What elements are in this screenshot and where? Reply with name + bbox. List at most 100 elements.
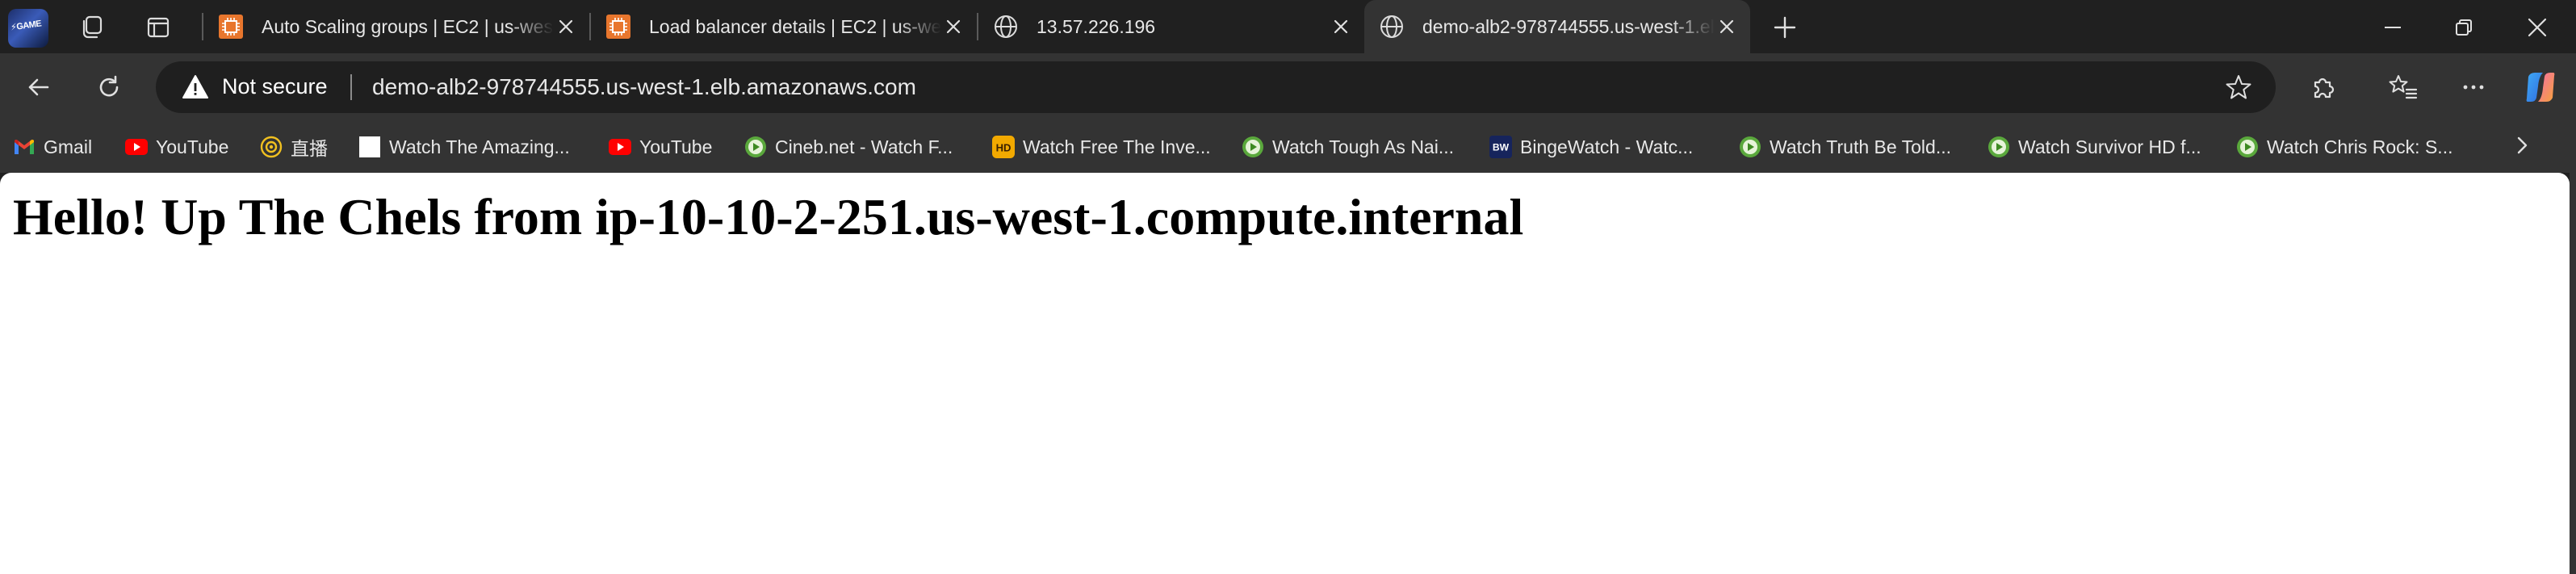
aws-ec2-icon — [218, 14, 244, 40]
bookmark-label: Watch Chris Rock: S... — [2267, 136, 2453, 157]
tab-close-button[interactable] — [554, 15, 578, 39]
bookmark-watch-the-amazing[interactable]: Watch The Amazing... — [358, 132, 570, 161]
star-icon — [2226, 75, 2251, 99]
bookmark-label: Watch Survivor HD f... — [2018, 136, 2201, 157]
bookmark-label: 直播 — [291, 138, 328, 159]
copilot-icon — [2526, 73, 2555, 102]
puzzle-piece-icon — [2314, 78, 2335, 98]
tab-title: Auto Scaling groups | EC2 | us-west-1 — [262, 15, 554, 37]
browser-window: ⚡GAME Auto Scaling groups | EC2 | us-wes… — [0, 0, 2576, 574]
play-circle-icon — [1987, 136, 2010, 158]
bookmark-label: YouTube — [156, 136, 229, 157]
profile-avatar-logo: ⚡GAME — [10, 19, 42, 33]
close-window-button[interactable] — [2519, 10, 2555, 45]
hd-icon: HD — [992, 136, 1015, 158]
favorites-button[interactable] — [2385, 69, 2421, 105]
tab-close-button[interactable] — [941, 15, 965, 39]
favorites-list-icon — [2389, 75, 2418, 99]
more-dots-icon — [2463, 85, 2484, 90]
youtube-icon — [609, 136, 631, 158]
bookmark-label: Watch Tough As Nai... — [1272, 136, 1455, 157]
tab-demo-alb2[interactable]: demo-alb2-978744555.us-west-1.elb.amazon… — [1364, 0, 1750, 53]
security-status-label[interactable]: Not secure — [222, 74, 328, 99]
bookmark-gmail[interactable]: Gmail — [13, 132, 92, 161]
globe-icon — [993, 14, 1019, 40]
tab-actions-button[interactable] — [143, 12, 174, 43]
youtube-icon — [125, 136, 148, 158]
blank-page-icon — [358, 136, 381, 158]
minimize-icon — [2385, 27, 2401, 28]
address-bar[interactable]: Not secure demo-alb2-978744555.us-west-1… — [156, 61, 2276, 113]
bookmark-label: BingeWatch - Watc... — [1520, 136, 1694, 157]
bookmark-watch-tough-as-nai[interactable]: Watch Tough As Nai... — [1242, 132, 1454, 161]
profile-avatar[interactable]: ⚡GAME — [8, 9, 48, 48]
copilot-button[interactable] — [2523, 69, 2558, 105]
tab-actions-icon — [147, 17, 170, 38]
refresh-button[interactable] — [91, 69, 127, 105]
back-arrow-icon — [28, 78, 49, 96]
warning-icon[interactable] — [182, 73, 209, 101]
close-icon — [559, 19, 573, 34]
bookmark-label: Gmail — [44, 136, 93, 157]
tab-title: demo-alb2-978744555.us-west-1.elb.amazon… — [1422, 15, 1715, 37]
aws-ec2-icon — [605, 14, 631, 40]
tab-close-button[interactable] — [1715, 15, 1739, 39]
restore-icon — [2456, 19, 2472, 36]
new-tab-button[interactable] — [1770, 12, 1800, 43]
plus-icon — [1774, 16, 1796, 39]
bookmark-youtube-2[interactable]: YouTube — [609, 132, 712, 161]
bookmark-label: YouTube — [639, 136, 713, 157]
minimize-button[interactable] — [2375, 10, 2411, 45]
page-content: Hello! Up The Chels from ip-10-10-2-251.… — [0, 173, 2570, 574]
workspaces-icon — [82, 15, 103, 39]
close-icon — [2528, 18, 2547, 37]
bookmark-label: Watch Truth Be Told... — [1770, 136, 1951, 157]
tab-auto-scaling-groups[interactable]: Auto Scaling groups | EC2 | us-west-1 — [203, 0, 589, 53]
refresh-icon — [99, 75, 119, 97]
extensions-button[interactable] — [2306, 69, 2341, 105]
workspaces-button[interactable] — [77, 12, 107, 43]
bookmark-bingewatch[interactable]: BW BingeWatch - Watc... — [1489, 132, 1693, 161]
play-circle-icon — [744, 136, 767, 158]
back-button[interactable] — [21, 69, 57, 105]
bookmark-watch-free-the-inve[interactable]: HD Watch Free The Inve... — [992, 132, 1211, 161]
bookmark-label: Watch The Amazing... — [389, 136, 570, 157]
favorite-star-button[interactable] — [2224, 73, 2253, 102]
address-divider — [350, 74, 352, 100]
bw-badge-text: BW — [1493, 142, 1510, 153]
tab-title: Load balancer details | EC2 | us-west-1 — [649, 15, 941, 37]
close-icon — [1719, 19, 1734, 34]
tab-ip-address[interactable]: 13.57.226.196 — [978, 0, 1364, 53]
settings-more-button[interactable] — [2456, 69, 2491, 105]
page-heading: Hello! Up The Chels from ip-10-10-2-251.… — [13, 188, 1524, 245]
bw-icon: BW — [1489, 136, 1512, 158]
bookmark-label: Watch Free The Inve... — [1023, 136, 1211, 157]
bookmark-watch-survivor[interactable]: Watch Survivor HD f... — [1987, 132, 2201, 161]
gmail-icon — [13, 136, 36, 158]
bookmark-watch-chris-rock[interactable]: Watch Chris Rock: S... — [2236, 132, 2452, 161]
bookmark-watch-truth-be-told[interactable]: Watch Truth Be Told... — [1739, 132, 1951, 161]
navigation-toolbar: Not secure demo-alb2-978744555.us-west-1… — [0, 53, 2576, 121]
bookmark-youtube[interactable]: YouTube — [125, 132, 228, 161]
restore-button[interactable] — [2446, 10, 2482, 45]
tab-title: 13.57.226.196 — [1037, 15, 1156, 37]
close-icon — [946, 19, 961, 34]
tab-strip: ⚡GAME Auto Scaling groups | EC2 | us-wes… — [0, 0, 2576, 53]
play-circle-icon — [1242, 136, 1264, 158]
globe-icon — [1379, 14, 1405, 40]
play-circle-icon — [1739, 136, 1761, 158]
tab-load-balancer-details[interactable]: Load balancer details | EC2 | us-west-1 — [591, 0, 977, 53]
bookmark-cineb[interactable]: Cineb.net - Watch F... — [744, 132, 953, 161]
bookmarks-bar: Gmail YouTube 直播 Watch The Amazing... Yo… — [0, 121, 2576, 173]
live-icon — [260, 136, 283, 158]
bookmark-live[interactable]: 直播 — [260, 132, 328, 161]
url-text[interactable]: demo-alb2-978744555.us-west-1.elb.amazon… — [372, 74, 916, 100]
close-icon — [1334, 19, 1348, 34]
bookmark-label: Cineb.net - Watch F... — [775, 136, 953, 157]
tab-close-button[interactable] — [1329, 15, 1353, 39]
chevron-right-icon — [2517, 136, 2528, 154]
play-circle-icon — [2236, 136, 2259, 158]
more-bookmarks-button[interactable] — [2506, 129, 2538, 161]
window-edge — [2570, 173, 2576, 574]
hd-badge-text: HD — [996, 142, 1012, 154]
